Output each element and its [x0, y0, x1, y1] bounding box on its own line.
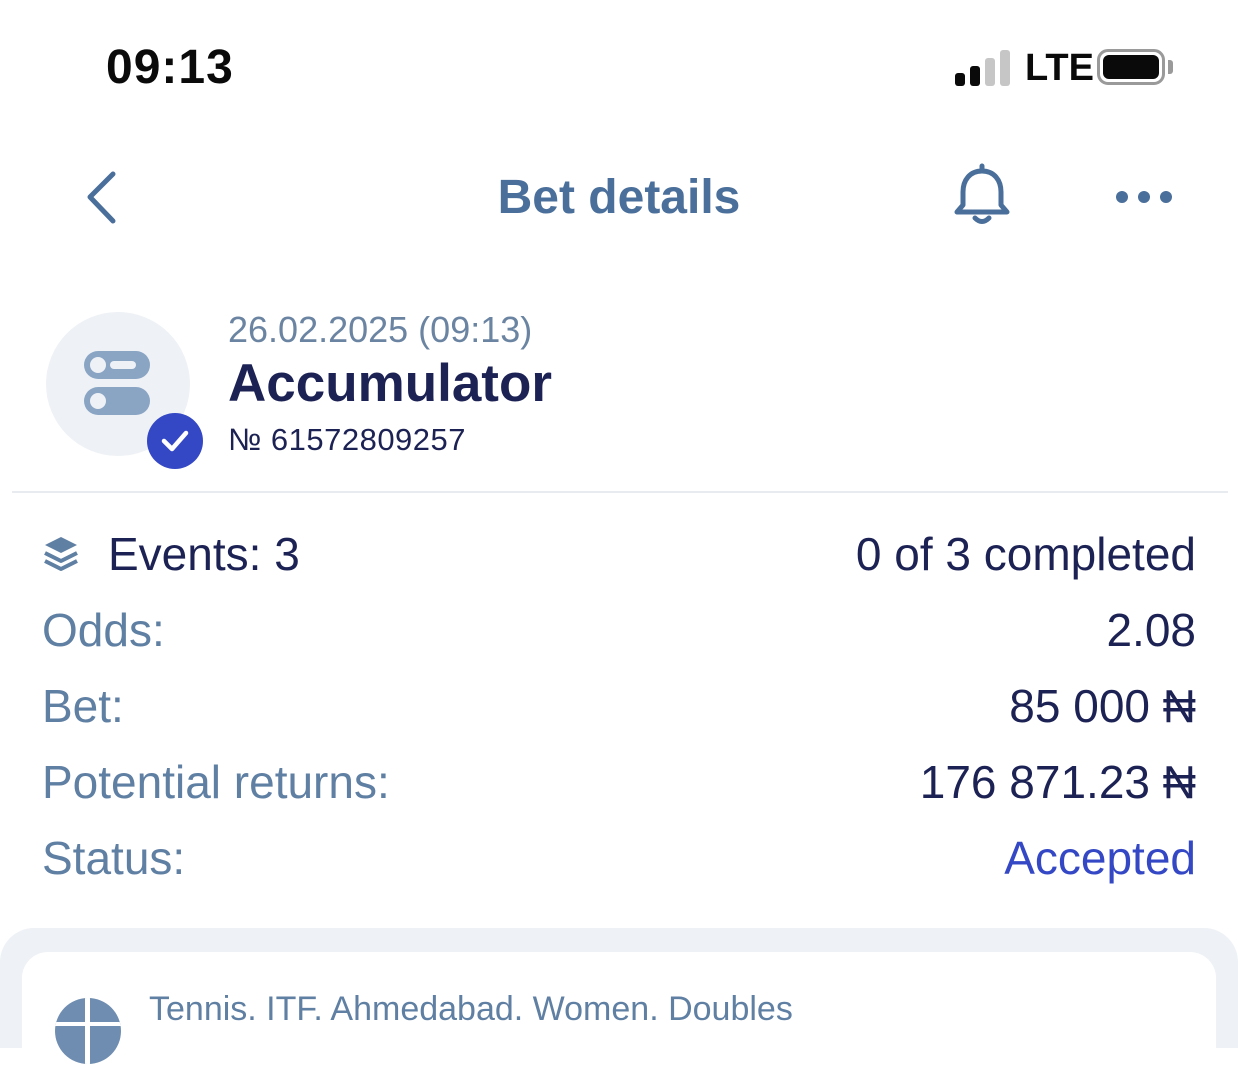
- potential-returns-label: Potential returns:: [42, 756, 390, 808]
- notifications-button[interactable]: [950, 162, 1015, 232]
- battery-icon: [1097, 49, 1165, 85]
- check-icon: [161, 430, 189, 452]
- accumulator-icon: [84, 351, 150, 415]
- odds-label: Odds:: [42, 604, 165, 656]
- odds-row: Odds: 2.08: [42, 600, 1196, 660]
- bell-icon: [954, 163, 1010, 224]
- potential-returns-value: 176 871.23 ₦: [919, 756, 1196, 808]
- verified-badge: [147, 413, 203, 469]
- events-completed: 0 of 3 completed: [855, 528, 1196, 580]
- status-label: Status:: [42, 832, 186, 884]
- tennis-ball-icon: [55, 998, 121, 1064]
- signal-bar: [985, 58, 995, 86]
- bet-type-title: Accumulator: [228, 354, 552, 413]
- layers-icon: [44, 537, 78, 571]
- status-time: 09:13: [106, 41, 234, 94]
- events-row: Events: 3 0 of 3 completed: [42, 524, 1196, 584]
- signal-bar: [955, 73, 965, 86]
- bet-amount-label: Bet:: [42, 680, 124, 732]
- battery-tip: [1168, 60, 1173, 74]
- status-bar: 09:13 LTE: [0, 0, 1238, 130]
- status-row: Status: Accepted: [42, 828, 1196, 888]
- bet-number: № 61572809257: [228, 422, 467, 457]
- bet-amount-value: 85 000 ₦: [1009, 680, 1196, 732]
- more-horizontal-icon: [1116, 191, 1172, 203]
- odds-value: 2.08: [1106, 604, 1196, 656]
- signal-strength-icon: [955, 50, 1013, 86]
- status-value: Accepted: [1004, 832, 1196, 884]
- signal-bar: [1000, 50, 1010, 86]
- potential-returns-row: Potential returns: 176 871.23 ₦: [42, 752, 1196, 812]
- page-title: Bet details: [497, 171, 741, 224]
- divider: [12, 491, 1228, 493]
- more-options-button[interactable]: [1112, 180, 1176, 214]
- event-league: Tennis. ITF. Ahmedabad. Women. Doubles: [149, 990, 793, 1028]
- bet-amount-row: Bet: 85 000 ₦: [42, 676, 1196, 736]
- network-type: LTE: [1025, 47, 1094, 89]
- signal-bar: [970, 66, 980, 86]
- bet-datetime: 26.02.2025 (09:13): [228, 309, 533, 350]
- events-count: Events: 3: [108, 528, 300, 580]
